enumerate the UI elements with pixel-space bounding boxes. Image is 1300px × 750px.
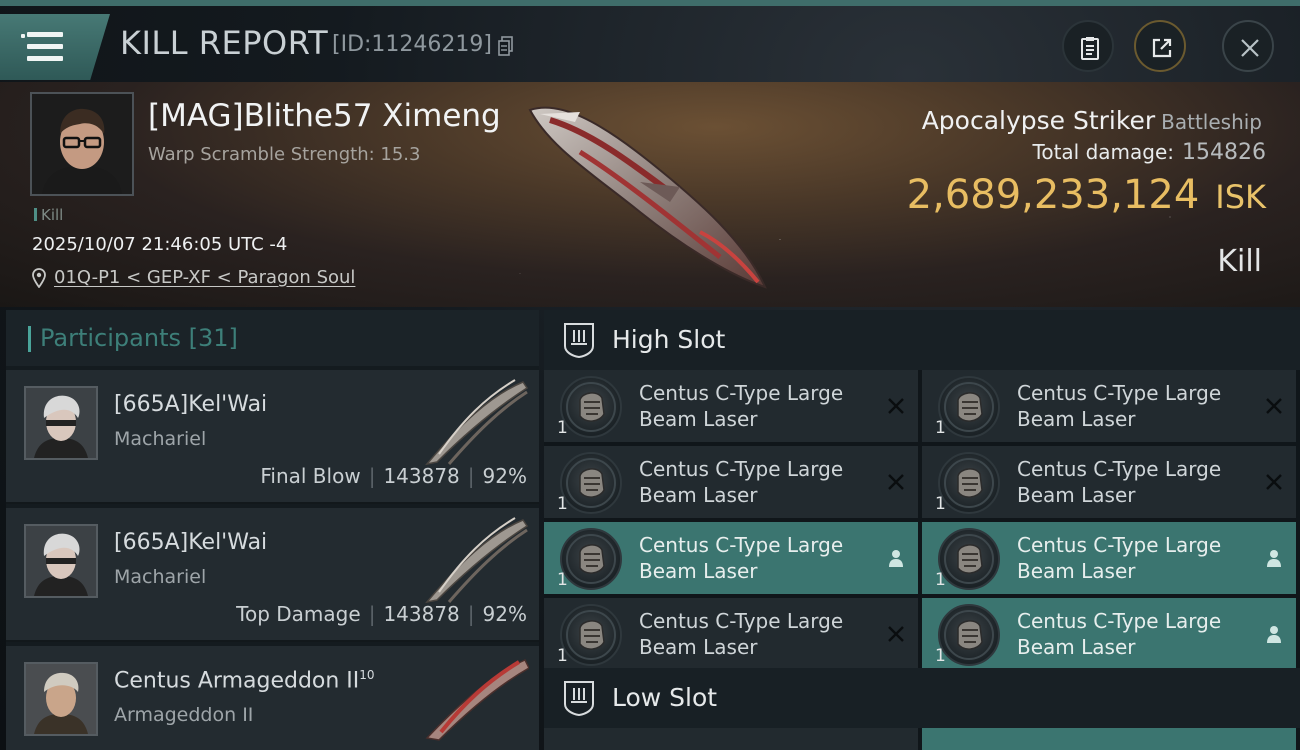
module-name: Centus C-Type Large Beam Laser [1017,609,1222,659]
close-button[interactable] [1222,20,1274,72]
module-name: Centus C-Type Large Beam Laser [1017,381,1222,431]
header-bar: KILL REPORT [ID:11246219] [0,6,1300,82]
kill-datetime: 2025/10/07 21:46:05 UTC -4 [32,234,288,255]
participant-card[interactable]: [665A]Kel'Wai Machariel Final Blow | 14387… [6,370,539,504]
module-icon [560,376,622,438]
low-slot-row[interactable] [922,728,1296,750]
module-icon [560,452,622,514]
low-slot-header: Low Slot [544,668,1300,728]
module-quantity: 1 [935,494,946,514]
module-quantity: 1 [935,418,946,438]
participant-ship-image [425,379,529,466]
warp-scramble-strength: Warp Scramble Strength: 15.3 [148,144,421,165]
module-icon [938,452,1000,514]
module-quantity: 1 [557,570,568,590]
share-button[interactable] [1134,20,1186,72]
participant-ship: Machariel [114,428,207,450]
participant-ship: Machariel [114,566,207,588]
module-name: Centus C-Type Large Beam Laser [1017,457,1222,507]
victim-avatar[interactable] [30,92,134,196]
dropped-person-icon [1264,548,1284,568]
clipboard-button[interactable] [1062,20,1114,72]
module-icon [938,376,1000,438]
page-title: KILL REPORT [120,24,329,62]
victim-ship-image [528,106,767,289]
high-slot-header: High Slot [544,310,1300,370]
module-name: Centus C-Type Large Beam Laser [639,609,844,659]
destroyed-x-icon [886,624,906,644]
victim-name[interactable]: [MAG]Blithe57 Ximeng [148,98,501,134]
participant-name[interactable]: Centus Armageddon II10 [114,668,375,693]
high-slot-module[interactable]: 1 Centus C-Type Large Beam Laser [544,598,918,670]
report-id: [ID:11246219] [332,32,492,57]
kill-report-window: KILL REPORT [ID:11246219] [MAG]Blithe57 … [0,0,1300,750]
section-marker [28,326,31,352]
participant-ship-image [425,659,529,741]
low-slot-icon [564,681,594,716]
clipboard-icon [1081,37,1099,60]
high-slot-module[interactable]: 1 Centus C-Type Large Beam Laser [544,522,918,594]
isk-value: 2,689,233,124 ISK [906,172,1266,218]
share-icon [1152,38,1172,58]
module-quantity: 1 [935,570,946,590]
destroyed-x-icon [1264,396,1284,416]
participant-card[interactable]: Centus Armageddon II10 Armageddon II [6,646,539,750]
destroyed-x-icon [886,472,906,492]
fitting-panel: High Slot 1 Centus C-Type Large Beam Lase… [544,310,1300,750]
module-name: Centus C-Type Large Beam Laser [639,381,844,431]
result-label: Kill [1217,244,1262,279]
high-slot-module[interactable]: 1 Centus C-Type Large Beam Laser [922,446,1296,518]
victim-ship-name[interactable]: Apocalypse Striker Battleship [922,106,1262,135]
total-damage: Total damage: 154826 [1032,140,1266,165]
participants-title: Participants [31] [40,324,238,352]
dropped-person-icon [1264,624,1284,644]
high-slot-module[interactable]: 1 Centus C-Type Large Beam Laser [922,522,1296,594]
module-name: Centus C-Type Large Beam Laser [639,457,844,507]
high-slot-icon [564,323,594,358]
high-slot-module[interactable]: 1 Centus C-Type Large Beam Laser [544,446,918,518]
low-slot-row[interactable] [544,728,918,750]
module-quantity: 1 [935,646,946,666]
high-slot-module[interactable]: 1 Centus C-Type Large Beam Laser [922,598,1296,670]
module-quantity: 1 [557,494,568,514]
participant-avatar [24,386,98,460]
high-slot-title: High Slot [612,325,726,354]
participant-name[interactable]: [665A]Kel'Wai [114,530,267,555]
high-slot-module[interactable]: 1 Centus C-Type Large Beam Laser [922,370,1296,442]
participants-header: Participants [31] [6,310,539,366]
module-name: Centus C-Type Large Beam Laser [639,533,844,583]
participant-stats: Top Damage | 143878 | 92% [236,602,527,626]
dropped-person-icon [886,548,906,568]
kill-location-link[interactable]: 01Q-P1 < GEP-XF < Paragon Soul [32,267,355,288]
module-icon [938,528,1000,590]
participants-panel: Participants [31] [665A]Kel'Wai Macharie… [6,310,539,750]
participant-ship: Armageddon II [114,704,254,726]
copy-icon[interactable] [498,36,514,56]
participant-ship-image [425,517,529,604]
kill-tag: Kill [34,206,63,224]
low-slot-title: Low Slot [612,683,718,712]
participant-avatar [24,662,98,736]
module-icon [560,604,622,666]
participant-stats: Final Blow | 143878 | 92% [260,464,527,488]
participant-card[interactable]: [665A]Kel'Wai Machariel Top Damage | 14387… [6,508,539,642]
destroyed-x-icon [886,396,906,416]
module-quantity: 1 [557,418,568,438]
module-icon [938,604,1000,666]
module-quantity: 1 [557,646,568,666]
destroyed-x-icon [1264,472,1284,492]
participant-avatar [24,524,98,598]
menu-button[interactable] [0,14,110,80]
participant-name[interactable]: [665A]Kel'Wai [114,392,267,417]
victim-banner: [MAG]Blithe57 Ximeng Warp Scramble Stren… [0,82,1300,307]
module-name: Centus C-Type Large Beam Laser [1017,533,1222,583]
close-icon [1241,39,1259,57]
high-slot-module[interactable]: 1 Centus C-Type Large Beam Laser [544,370,918,442]
menu-icon [21,32,63,62]
module-icon [560,528,622,590]
